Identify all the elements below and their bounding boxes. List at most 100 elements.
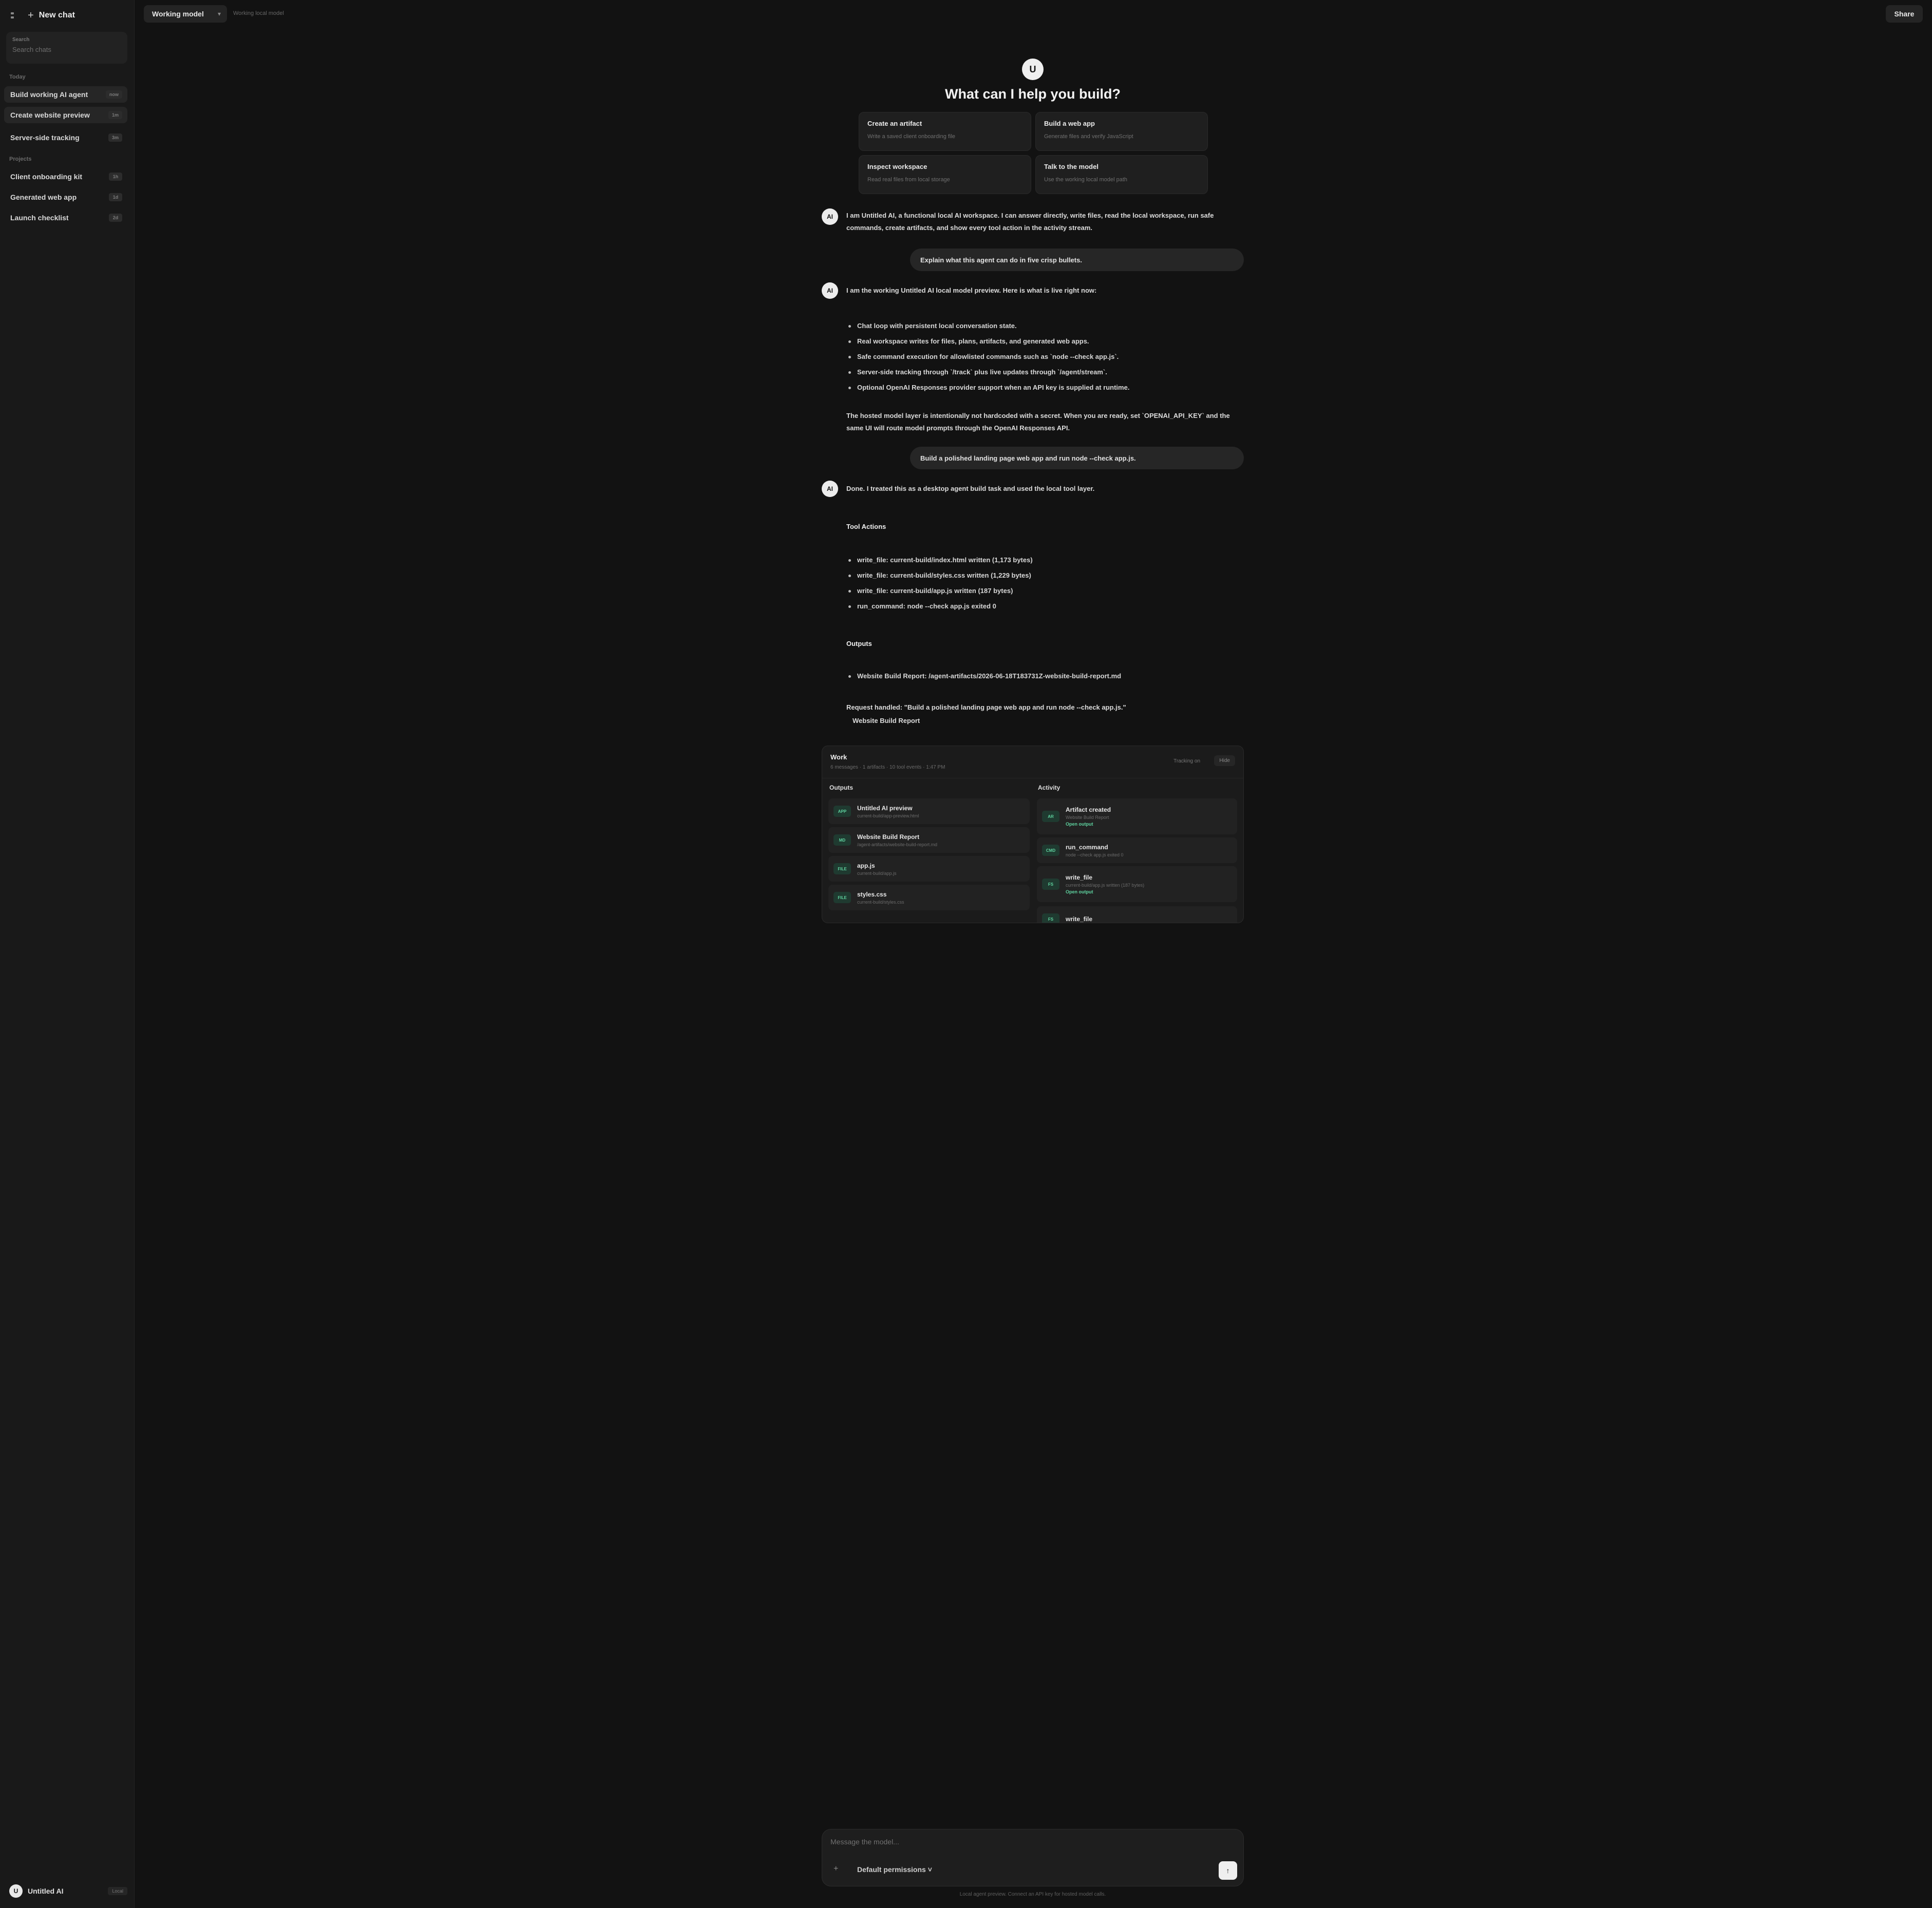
assistant-avatar: AI (822, 481, 838, 497)
sidebar-item-label: Launch checklist (10, 214, 69, 222)
suggestion-card-model[interactable]: Talk to the model Use the working local … (1035, 155, 1208, 194)
output-text: Untitled AI preview current-build/app-pr… (857, 805, 919, 818)
work-panel: Work 6 messages · 1 artifacts · 10 tool … (822, 746, 1244, 923)
composer-footnote: Local agent preview. Connect an API key … (959, 1892, 1106, 1897)
list-item: Chat loop with persistent local conversa… (848, 318, 1239, 334)
user-name: Untitled AI (28, 1887, 64, 1895)
output-type-badge: FILE (834, 892, 851, 903)
output-text: Website Build Report /agent-artifacts/we… (857, 833, 937, 847)
list-item: Website Build Report: /agent-artifacts/2… (848, 669, 1239, 684)
sidebar-item-launch-checklist[interactable]: Launch checklist 2d (4, 209, 127, 226)
model-select[interactable]: Working model ▾ (144, 5, 227, 23)
output-row[interactable]: FILE styles.css current-build/styles.css (828, 885, 1030, 910)
permissions-dropdown[interactable]: Default permissions ˅ (857, 1865, 932, 1874)
open-output-link[interactable]: Open output (1066, 889, 1144, 894)
list-item: write_file: current-build/styles.css wri… (848, 568, 1239, 583)
artifact-link[interactable]: Website Build Report (853, 717, 920, 724)
outputs-heading: Outputs (846, 640, 872, 647)
sidebar-toggle-icon[interactable] (7, 8, 17, 23)
sidebar-item-badge: 2d (109, 214, 122, 222)
message-input[interactable]: Message the model... (830, 1838, 899, 1846)
section-today: Today (9, 74, 26, 80)
activity-text: Artifact created Website Build Report Op… (1066, 806, 1111, 827)
sidebar-item-server-tracking[interactable]: Server-side tracking 3m (4, 129, 127, 146)
suggestion-card-workspace[interactable]: Inspect workspace Read real files from l… (859, 155, 1031, 194)
sidebar-item-label: Client onboarding kit (10, 173, 82, 181)
user-profile[interactable]: U Untitled AI (9, 1884, 63, 1898)
output-title: styles.css (857, 890, 887, 898)
activity-row[interactable]: AR Artifact created Website Build Report… (1037, 798, 1237, 834)
output-path: current-build/app-preview.html (857, 813, 919, 818)
sidebar-item-label: Server-side tracking (10, 133, 80, 142)
card-subtitle: Generate files and verify JavaScript (1044, 133, 1133, 140)
activity-type-badge: FS (1042, 913, 1059, 923)
activity-text: write_file (1066, 915, 1092, 923)
output-type-badge: MD (834, 834, 851, 846)
output-type-badge: FILE (834, 863, 851, 874)
share-button[interactable]: Share (1886, 5, 1923, 23)
list-item: Optional OpenAI Responses provider suppo… (848, 380, 1239, 395)
search-input[interactable]: Search chats (12, 46, 121, 53)
assistant-message-intro: I am Untitled AI, a functional local AI … (846, 212, 1214, 232)
list-item: Real workspace writes for files, plans, … (848, 334, 1239, 349)
suggestion-card-artifact[interactable]: Create an artifact Write a saved client … (859, 112, 1031, 151)
activity-detail: Website Build Report (1066, 815, 1109, 820)
search-box[interactable]: Search Search chats (6, 32, 127, 64)
activity-title: write_file (1066, 874, 1093, 881)
list-item: run_command: node --check app.js exited … (848, 599, 1239, 614)
activity-type-badge: FS (1042, 879, 1059, 890)
output-text: styles.css current-build/styles.css (857, 891, 904, 905)
activity-row[interactable]: FS write_file current-build/app.js writt… (1037, 866, 1237, 902)
plan-badge: Local (108, 1887, 127, 1895)
card-title: Create an artifact (867, 120, 922, 127)
sidebar-item-badge: 1m (108, 111, 122, 119)
sidebar-item-label: Generated web app (10, 193, 77, 201)
hide-work-button[interactable]: Hide (1214, 755, 1235, 766)
user-message: Explain what this agent can do in five c… (910, 249, 1244, 271)
add-attachment-icon[interactable]: + (834, 1864, 838, 1874)
sidebar-item-label: Build working AI agent (10, 90, 88, 99)
output-type-badge: APP (834, 806, 851, 817)
activity-row[interactable]: CMD run_command node --check app.js exit… (1037, 837, 1237, 863)
tool-actions-list: write_file: current-build/index.html wri… (848, 552, 1239, 614)
page-title: What can I help you build? (945, 86, 1121, 102)
sidebar: + New chat Search Search chats Today Bui… (0, 0, 135, 1908)
model-select-label: Working model (152, 10, 204, 18)
activity-column-title: Activity (1038, 784, 1060, 791)
output-title: Untitled AI preview (857, 804, 913, 812)
list-item: write_file: current-build/index.html wri… (848, 552, 1239, 568)
sidebar-footer[interactable]: U Untitled AI Local (9, 1884, 127, 1898)
activity-title: run_command (1066, 843, 1108, 851)
activity-row[interactable]: FS write_file (1037, 906, 1237, 923)
sidebar-item-generated-web-app[interactable]: Generated web app 1d (4, 189, 127, 205)
output-row[interactable]: MD Website Build Report /agent-artifacts… (828, 827, 1030, 853)
activity-detail: node --check app.js exited 0 (1066, 852, 1124, 857)
sidebar-item-website-preview[interactable]: Create website preview 1m (4, 107, 127, 123)
suggestion-card-web-app[interactable]: Build a web app Generate files and verif… (1035, 112, 1208, 151)
output-row[interactable]: FILE app.js current-build/app.js (828, 856, 1030, 882)
activity-title: Artifact created (1066, 806, 1111, 813)
output-row[interactable]: APP Untitled AI preview current-build/ap… (828, 798, 1030, 824)
open-output-link[interactable]: Open output (1066, 822, 1111, 827)
app-logo: U (1022, 59, 1044, 80)
plus-icon: + (28, 9, 34, 21)
sidebar-item-badge: 3m (108, 133, 122, 142)
tool-actions-heading: Tool Actions (846, 523, 886, 530)
output-title: Website Build Report (857, 833, 920, 841)
card-subtitle: Read real files from local storage (867, 177, 950, 183)
assistant-message-done: Done. I treated this as a desktop agent … (846, 485, 1095, 492)
message-composer[interactable]: Message the model... + Default permissio… (822, 1829, 1244, 1886)
assistant-message-lead: I am the working Untitled AI local model… (846, 287, 1097, 294)
sidebar-item-badge: 1h (109, 173, 122, 181)
output-path: /agent-artifacts/website-build-report.md (857, 842, 938, 847)
activity-type-badge: AR (1042, 811, 1059, 822)
outputs-list: Website Build Report: /agent-artifacts/2… (848, 669, 1239, 684)
sidebar-item-label: Create website preview (10, 111, 90, 119)
send-button[interactable]: ↑ (1219, 1861, 1237, 1880)
sidebar-item-onboarding-kit[interactable]: Client onboarding kit 1h (4, 168, 127, 185)
sidebar-top: + New chat (7, 8, 75, 23)
work-summary: 6 messages · 1 artifacts · 10 tool event… (830, 765, 945, 770)
assistant-avatar: AI (822, 208, 838, 225)
sidebar-item-build-agent[interactable]: Build working AI agent now (4, 86, 127, 103)
new-chat-button[interactable]: + New chat (28, 10, 75, 22)
